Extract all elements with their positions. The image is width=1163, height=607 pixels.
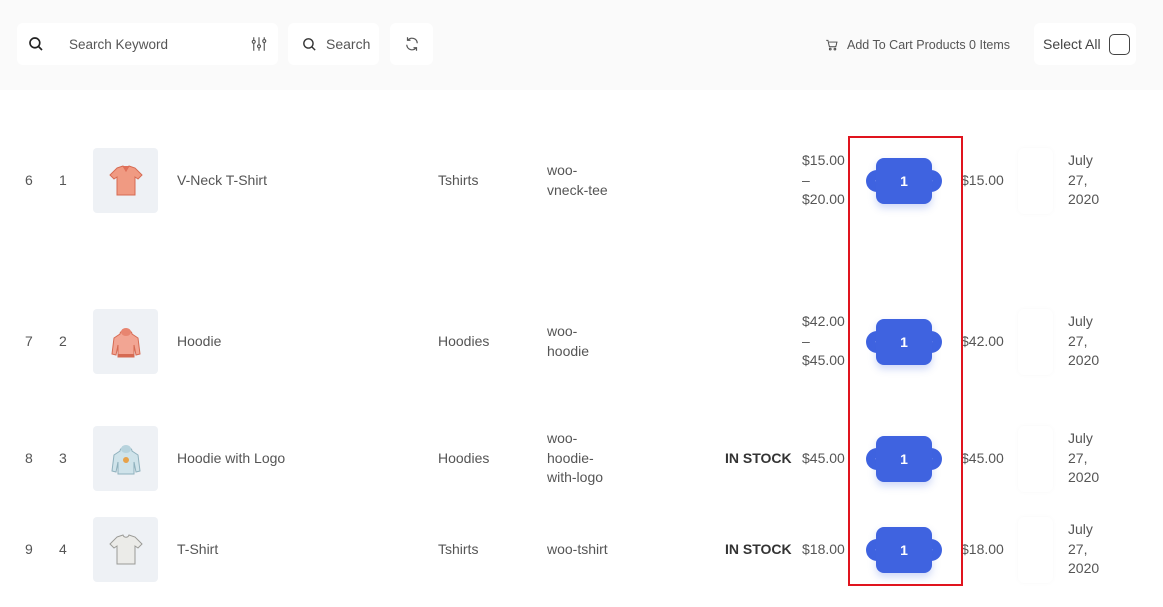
- product-sku: woo-hoodie-with-logo: [547, 430, 604, 485]
- search-box: [17, 23, 278, 65]
- select-all-label: Select All: [1043, 36, 1101, 52]
- quantity-stepper: ‹ › 1: [866, 319, 942, 365]
- search-icon[interactable]: [27, 35, 45, 53]
- search-icon: [303, 37, 316, 51]
- product-date: July 27, 2020: [1068, 152, 1100, 207]
- product-category: Tshirts: [438, 172, 479, 188]
- row-index: 3: [59, 450, 67, 466]
- product-sku: woo-hoodie: [547, 323, 590, 359]
- row-action-slot[interactable]: [1018, 517, 1053, 583]
- product-category: Hoodies: [438, 333, 490, 349]
- search-input[interactable]: [69, 33, 239, 55]
- tshirt-image[interactable]: [93, 517, 158, 582]
- stock-status: IN STOCK: [725, 541, 792, 557]
- table-row: 8 3 Hoodie with Logo Hoodies woo-hoodie-…: [0, 426, 1163, 516]
- stock-status: IN STOCK: [725, 450, 792, 466]
- quantity-value[interactable]: 1: [876, 436, 932, 482]
- row-number: 9: [25, 541, 33, 557]
- product-sku: woo-tshirt: [547, 541, 608, 557]
- table-row: 6 1 V-Neck T-Shirt Tshirts woo-vneck-tee…: [0, 148, 1163, 268]
- products-table: 6 1 V-Neck T-Shirt Tshirts woo-vneck-tee…: [0, 90, 1163, 607]
- hoodie-with-logo-image[interactable]: [93, 426, 158, 491]
- row-number: 8: [25, 450, 33, 466]
- refresh-button[interactable]: [390, 23, 433, 65]
- product-price: $15.00 – $20.00: [802, 152, 845, 207]
- row-total: $45.00: [961, 450, 1004, 466]
- quantity-value[interactable]: 1: [876, 319, 932, 365]
- table-row: 9 4 T-Shirt Tshirts woo-tshirt IN STOCK …: [0, 517, 1163, 607]
- toolbar: Search Add To Cart Products 0 Items Sele…: [0, 0, 1163, 90]
- row-total: $42.00: [961, 333, 1004, 349]
- refresh-icon: [405, 37, 418, 51]
- tshirt-icon: [108, 533, 143, 564]
- product-category: Tshirts: [438, 541, 479, 557]
- select-all-checkbox[interactable]: [1108, 33, 1130, 55]
- product-date: July 27, 2020: [1068, 313, 1100, 368]
- sliders-icon[interactable]: [250, 35, 268, 53]
- hoodie-icon: [110, 444, 141, 474]
- quantity-stepper: ‹ › 1: [866, 527, 942, 573]
- product-date: July 27, 2020: [1068, 430, 1100, 485]
- row-total: $15.00: [961, 172, 1004, 188]
- quantity-value[interactable]: 1: [876, 158, 932, 204]
- quantity-value[interactable]: 1: [876, 527, 932, 573]
- cart-icon: [826, 39, 838, 51]
- row-action-slot[interactable]: [1018, 426, 1053, 492]
- product-price: $45.00: [802, 450, 845, 466]
- row-number: 7: [25, 333, 33, 349]
- cart-summary[interactable]: Add To Cart Products 0 Items: [825, 36, 1010, 54]
- product-name-link[interactable]: Hoodie: [177, 332, 221, 352]
- select-all-toggle[interactable]: Select All: [1034, 23, 1136, 65]
- row-index: 4: [59, 541, 67, 557]
- product-sku: woo-vneck-tee: [547, 162, 608, 198]
- vneck-tshirt-image[interactable]: [93, 148, 158, 213]
- product-name-link[interactable]: V-Neck T-Shirt: [177, 171, 267, 191]
- cart-summary-text: Add To Cart Products 0 Items: [847, 38, 1011, 52]
- row-action-slot[interactable]: [1018, 309, 1053, 375]
- table-row: 7 2 Hoodie Hoodies woo-hoodie $42.00 – $…: [0, 309, 1163, 409]
- row-index: 2: [59, 333, 67, 349]
- product-date: July 27, 2020: [1068, 521, 1100, 576]
- product-name-link[interactable]: T-Shirt: [177, 540, 218, 560]
- search-button[interactable]: Search: [288, 23, 379, 65]
- quantity-stepper: ‹ › 1: [866, 436, 942, 482]
- row-action-slot[interactable]: [1018, 148, 1053, 214]
- product-category: Hoodies: [438, 450, 490, 466]
- product-price: $18.00: [802, 541, 845, 557]
- product-name-link[interactable]: Hoodie with Logo: [177, 449, 285, 469]
- row-total: $18.00: [961, 541, 1004, 557]
- row-index: 1: [59, 172, 67, 188]
- product-price: $42.00 – $45.00: [802, 313, 845, 368]
- hoodie-image[interactable]: [93, 309, 158, 374]
- search-button-label: Search: [326, 36, 371, 52]
- tshirt-icon: [108, 164, 143, 195]
- row-number: 6: [25, 172, 33, 188]
- quantity-stepper: ‹ › 1: [866, 158, 942, 204]
- hoodie-icon: [110, 327, 141, 357]
